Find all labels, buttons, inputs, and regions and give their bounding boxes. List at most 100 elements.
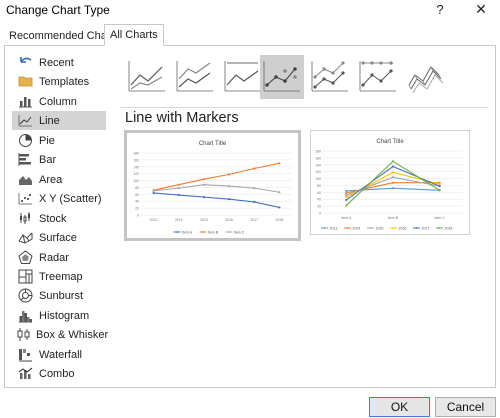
waterfall-chart-icon <box>15 347 35 363</box>
help-button[interactable]: ? <box>432 2 448 18</box>
preview-option-1[interactable]: Chart Title 0 20 40 60 80 100 120 140 160 180 2013 2… <box>124 130 301 241</box>
sidebar-item-label: Line <box>39 114 60 127</box>
y-tick-label: 100 <box>133 179 139 183</box>
sidebar-item-recent[interactable]: Recent <box>12 53 106 72</box>
data-point <box>278 162 281 165</box>
legend-marker <box>323 227 326 229</box>
data-point <box>177 193 180 197</box>
100-stacked-line-subtype-icon[interactable] <box>221 55 265 99</box>
y-tick-label: 20 <box>135 207 139 211</box>
stacked-line-markers-subtype-icon[interactable] <box>308 55 352 99</box>
series-line <box>153 192 280 208</box>
sidebar-item-stock[interactable]: Stock <box>12 209 106 228</box>
sidebar-item-x-y-scatter[interactable]: X Y (Scatter) <box>12 189 106 208</box>
sidebar-item-label: Sunburst <box>39 289 84 302</box>
data-point <box>345 189 348 193</box>
y-tick-label: 120 <box>315 170 321 174</box>
tab-strip: Recommended Charts All Charts <box>0 24 500 46</box>
x-tick-label: Item B <box>388 216 399 220</box>
x-tick-label: 2017 <box>250 218 258 222</box>
sidebar-item-surface[interactable]: Surface <box>12 228 106 247</box>
legend-label: 2013 <box>330 226 338 230</box>
scatter-chart-icon <box>15 191 35 207</box>
legend-label: Item C <box>234 230 245 234</box>
data-point <box>391 160 395 163</box>
x-tick-label: 2015 <box>200 218 208 222</box>
stacked-line-subtype-icon[interactable] <box>173 55 217 99</box>
y-tick-label: 160 <box>315 156 321 160</box>
line-subtype-icon[interactable] <box>125 55 169 99</box>
legend-marker <box>415 227 418 229</box>
legend-marker <box>202 231 204 233</box>
histogram-chart-icon <box>15 308 35 324</box>
legend-marker <box>392 227 395 229</box>
preview-chart-2: Chart Title 0 20 40 60 80 100 120 140 160 180 Item … <box>315 139 463 230</box>
legend-marker <box>369 227 372 229</box>
surface-chart-icon <box>15 230 35 246</box>
legend-label: 2015 <box>376 226 384 230</box>
sidebar-item-label: Templates <box>39 75 90 88</box>
x-tick-label: Item A <box>341 216 352 220</box>
data-point <box>278 191 281 194</box>
stock-chart-icon <box>15 211 35 227</box>
subtype-title: Line with Markers <box>125 110 239 126</box>
data-point <box>152 189 155 192</box>
100-stacked-line-markers-subtype-icon[interactable] <box>356 55 400 99</box>
y-tick-label: 20 <box>317 205 321 209</box>
sidebar-item-label: X Y (Scatter) <box>39 192 102 205</box>
y-tick-label: 80 <box>135 186 139 190</box>
sidebar-item-line[interactable]: Line <box>12 111 106 130</box>
preview-chart-1: Chart Title 0 20 40 60 80 100 120 140 160 180 2013 2… <box>133 141 292 234</box>
y-tick-label: 180 <box>315 150 321 154</box>
radar-chart-icon <box>15 250 35 266</box>
sidebar-item-bar[interactable]: Bar <box>12 150 106 169</box>
sidebar-item-area[interactable]: Area <box>12 170 106 189</box>
pie-chart-icon <box>15 133 35 149</box>
3d-line-subtype-icon[interactable] <box>404 55 448 99</box>
sidebar-item-waterfall[interactable]: Waterfall <box>12 345 106 364</box>
preview-option-2[interactable]: Chart Title 0 20 40 60 80 100 120 140 160 180 Item … <box>310 130 470 235</box>
line-chart-icon <box>15 113 35 129</box>
y-tick-label: 120 <box>133 172 139 176</box>
tab-all-charts[interactable]: All Charts <box>104 24 164 46</box>
series-line <box>153 162 280 191</box>
sidebar-item-column[interactable]: Column <box>12 92 106 111</box>
data-point <box>227 173 231 176</box>
data-point <box>391 176 395 179</box>
close-button[interactable]: ✕ <box>471 0 491 20</box>
y-tick-label: 100 <box>315 177 321 181</box>
series-line <box>346 171 440 198</box>
data-point <box>202 183 206 186</box>
legend-label: 2018 <box>445 226 453 230</box>
x-tick-label: 2014 <box>175 218 183 222</box>
data-point <box>391 181 395 184</box>
x-tick-label: 2013 <box>150 218 158 222</box>
ok-button[interactable]: OK <box>369 397 430 417</box>
sidebar-item-label: Column <box>39 95 77 108</box>
data-point <box>177 187 180 190</box>
sidebar-item-label: Pie <box>39 134 55 147</box>
sidebar-item-combo[interactable]: Combo <box>12 364 106 383</box>
sidebar-item-sunburst[interactable]: Sunburst <box>12 286 106 305</box>
sidebar-item-radar[interactable]: Radar <box>12 248 106 267</box>
dialog-title: Change Chart Type <box>6 3 110 17</box>
sidebar-item-treemap[interactable]: Treemap <box>12 267 106 286</box>
y-tick-label: 0 <box>137 214 139 218</box>
sidebar-item-pie[interactable]: Pie <box>12 131 106 150</box>
data-point <box>253 187 256 190</box>
sidebar-item-histogram[interactable]: Histogram <box>12 306 106 325</box>
cancel-button[interactable]: Cancel <box>435 397 496 417</box>
legend-marker <box>438 227 441 229</box>
legend-marker <box>346 227 349 229</box>
sidebar-item-templates[interactable]: Templates <box>12 72 106 91</box>
chart-title: Chart Title <box>376 139 404 145</box>
legend-label: 2016 <box>399 226 407 230</box>
data-point <box>253 200 256 204</box>
sidebar-item-label: Radar <box>39 251 69 264</box>
data-point <box>202 178 206 181</box>
line-with-markers-subtype-icon[interactable] <box>260 55 304 99</box>
data-point <box>278 206 281 209</box>
sidebar-item-box-whisker[interactable]: Box & Whisker <box>12 325 108 344</box>
data-point <box>391 165 395 168</box>
bar-chart-icon <box>15 152 35 168</box>
